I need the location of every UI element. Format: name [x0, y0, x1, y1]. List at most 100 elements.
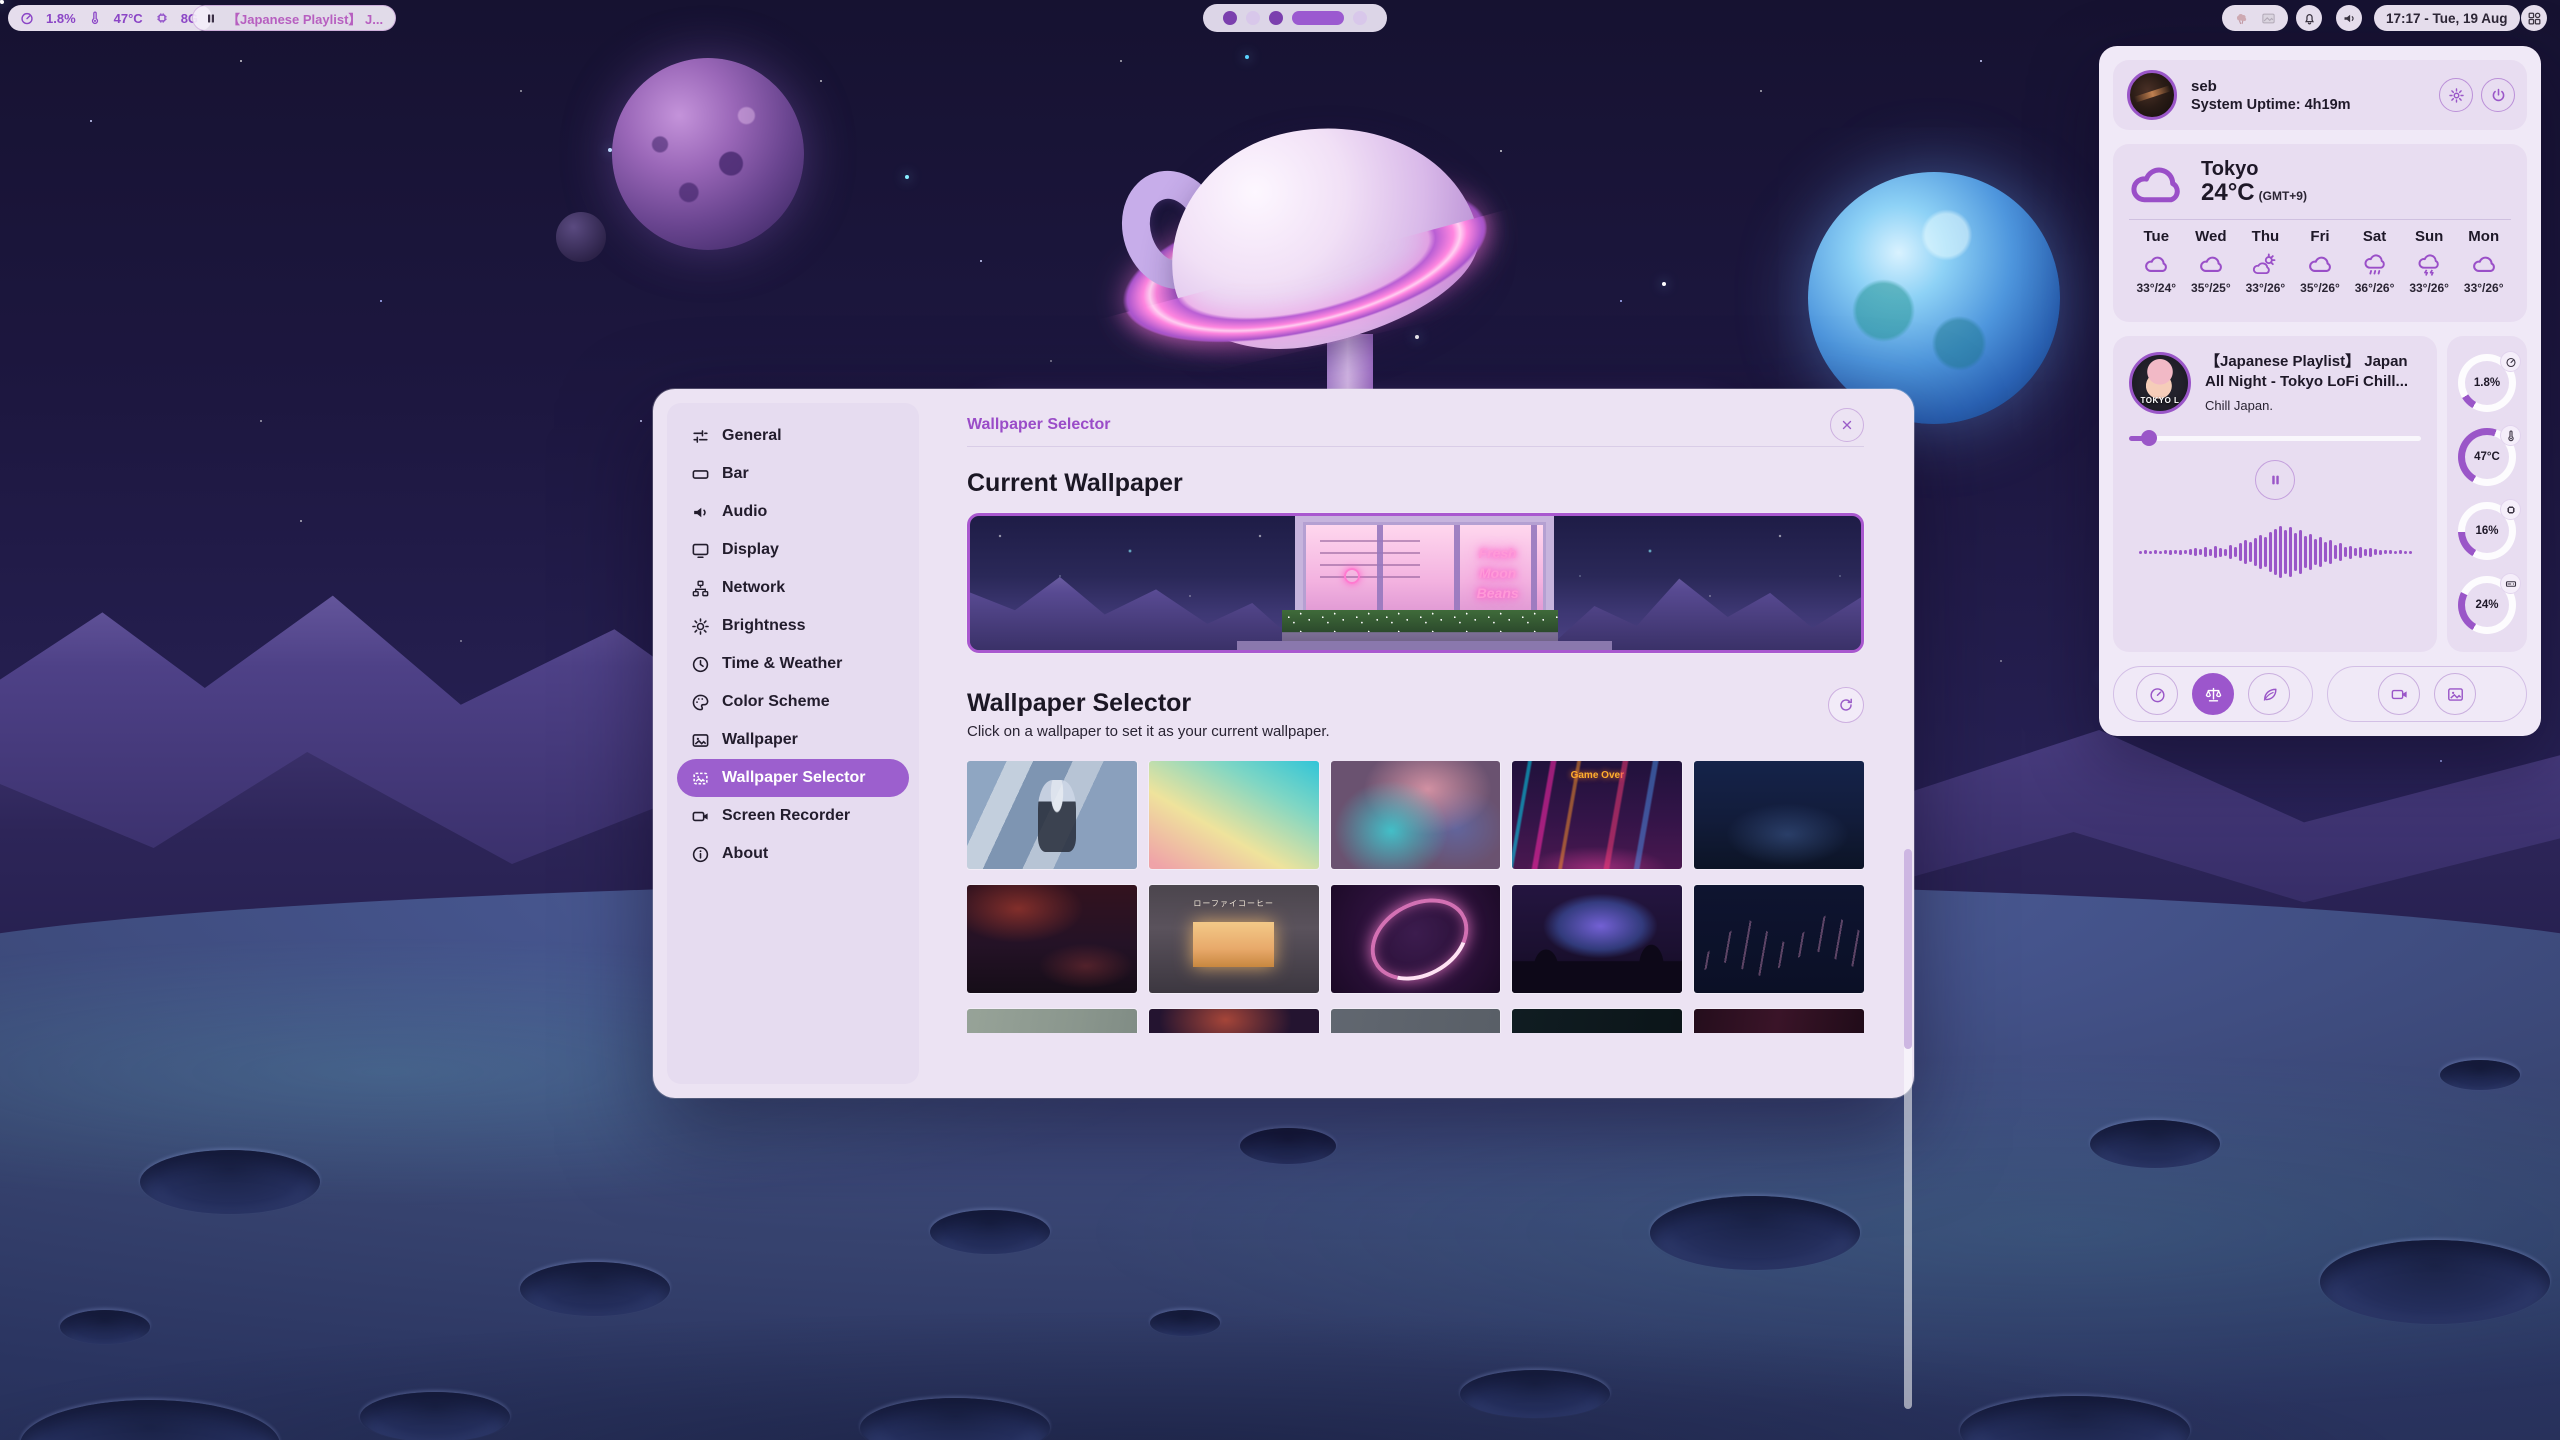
visualizer-bar [2224, 549, 2227, 556]
powersaver-profile-button[interactable] [2248, 673, 2290, 715]
sidebar-item-audio[interactable]: Audio [677, 493, 909, 531]
visualizer-bar [2274, 529, 2277, 575]
visualizer-bar [2284, 530, 2287, 574]
close-icon [1840, 418, 1854, 432]
volume-button[interactable] [2336, 5, 2362, 31]
sidebar-item-color-scheme[interactable]: Color Scheme [677, 683, 909, 721]
visualizer-bar [2234, 547, 2237, 557]
performance-profile-button[interactable] [2136, 673, 2178, 715]
crater [60, 1310, 150, 1344]
crater [520, 1262, 670, 1316]
workspace-dot-5[interactable] [1353, 11, 1367, 25]
balanced-profile-button[interactable] [2192, 673, 2234, 715]
rain-icon [2362, 252, 2388, 276]
top-bar: 1.8% 47°C 8G 【Japanese Playlist】 J... 17… [0, 0, 2560, 36]
workspace-dot-3[interactable] [1269, 11, 1283, 25]
blue-planet [1808, 172, 2060, 424]
wallpaper-thumbnail-nebula-forest[interactable] [1512, 885, 1682, 993]
wallpaper-thumbnail-grey-minimal[interactable] [1331, 1009, 1501, 1033]
sidebar-item-display[interactable]: Display [677, 531, 909, 569]
clock-text: 17:17 - Tue, 19 Aug [2386, 11, 2508, 26]
workspace-dot-1[interactable] [1223, 11, 1237, 25]
image-icon [691, 731, 710, 750]
cloud-icon [2307, 252, 2333, 276]
power-icon [2490, 87, 2507, 104]
visualizer-bar [2289, 527, 2292, 577]
dashboard-button[interactable] [2521, 5, 2547, 31]
window-header: Wallpaper Selector [967, 403, 1864, 447]
window-scrollbar[interactable] [1904, 849, 1912, 1409]
selector-header-row: Wallpaper Selector [967, 687, 1864, 723]
workspace-dot-2[interactable] [1246, 11, 1260, 25]
media-pill[interactable]: 【Japanese Playlist】 J... [192, 5, 396, 31]
sidebar-item-time-weather[interactable]: Time & Weather [677, 645, 909, 683]
visualizer-bar [2269, 532, 2272, 572]
clock-pill[interactable]: 17:17 - Tue, 19 Aug [2374, 5, 2520, 31]
wallpaper-thumbnail-cyberpunk-arcade[interactable]: Game Over [1512, 761, 1682, 869]
sidebar-item-network[interactable]: Network [677, 569, 909, 607]
screenshot-button[interactable] [2434, 673, 2476, 715]
visualizer-bar [2309, 534, 2312, 570]
wallpaper-thumbnail-dark-teal[interactable] [1512, 1009, 1682, 1033]
forecast-day-sun: Sun33°/26° [2402, 228, 2457, 295]
wallpaper-thumbnail-pastel-gradient[interactable] [1149, 761, 1319, 869]
screen-record-button[interactable] [2378, 673, 2420, 715]
settings-button[interactable] [2439, 78, 2473, 112]
sidebar-item-wallpaper[interactable]: Wallpaper [677, 721, 909, 759]
wallpaper-grid: Game Over ローファイコーヒー [967, 761, 1864, 1033]
weather-card: Tokyo 24°C(GMT+9) Tue33°/24°Wed35°/25°Th… [2113, 144, 2527, 322]
media-row: TOKYO L 【Japanese Playlist】 Japan All Ni… [2113, 336, 2527, 652]
sidebar-item-about[interactable]: About [677, 835, 909, 873]
sidebar-item-label: Wallpaper [722, 731, 798, 749]
media-pill-title: 【Japanese Playlist】 J... [227, 9, 383, 28]
wallpaper-thumbnail-lofi-coffee-shop[interactable]: ローファイコーヒー [1149, 885, 1319, 993]
sidebar-item-wallpaper-selector[interactable]: Wallpaper Selector [677, 759, 909, 797]
visualizer-bar [2354, 548, 2357, 556]
power-button[interactable] [2481, 78, 2515, 112]
sidebar-item-label: Bar [722, 465, 749, 483]
video-icon [691, 807, 710, 826]
sidebar-item-bar[interactable]: Bar [677, 455, 909, 493]
capture-group [2327, 666, 2527, 722]
wallpaper-thumbnail-night-ruins[interactable] [1694, 761, 1864, 869]
hand-tray-icon[interactable] [2234, 11, 2249, 26]
media-progress-slider[interactable] [2129, 430, 2421, 446]
wallpaper-thumbnail-particle-wave[interactable] [1694, 885, 1864, 993]
refresh-button[interactable] [1828, 687, 1864, 723]
monitor-icon [691, 541, 710, 560]
wallpaper-thumbnail-anime-street-crossing[interactable] [967, 761, 1137, 869]
weather-city-temp: Tokyo 24°C(GMT+9) [2201, 158, 2307, 209]
day-label: Wed [2184, 228, 2239, 245]
refresh-icon [1838, 697, 1854, 713]
visualizer-bar [2214, 546, 2217, 558]
day-label: Fri [2293, 228, 2348, 245]
selector-subtitle: Click on a wallpaper to set it as your c… [967, 723, 1864, 747]
scrollbar-thumb[interactable] [1904, 849, 1912, 1049]
wallpaper-thumbnail-maroon-dusk[interactable] [1694, 1009, 1864, 1033]
play-pause-button[interactable] [2255, 460, 2295, 500]
wallpaper-thumbnail-sage-field[interactable] [967, 1009, 1137, 1033]
visualizer-bar [2149, 551, 2152, 554]
crater [2440, 1060, 2520, 1090]
notifications-button[interactable] [2296, 5, 2322, 31]
video-camera-icon [2390, 685, 2409, 704]
sidebar-item-brightness[interactable]: Brightness [677, 607, 909, 645]
gauge-icon [2148, 685, 2167, 704]
wallpaper-thumbnail-aurora-blur[interactable] [1331, 761, 1501, 869]
slider-thumb[interactable] [2141, 430, 2157, 446]
workspace-dot-4[interactable] [1292, 11, 1344, 25]
stat-ring-chip: 16% [2458, 502, 2516, 560]
sidebar-item-general[interactable]: General [677, 417, 909, 455]
sidebar-item-screen-recorder[interactable]: Screen Recorder [677, 797, 909, 835]
visualizer-bar [2159, 551, 2162, 554]
visualizer-bar [2249, 542, 2252, 562]
system-stats-pill[interactable]: 1.8% 47°C 8G [8, 5, 212, 31]
image-tray-icon[interactable] [2261, 11, 2276, 26]
wallpaper-thumbnail-eclipse-ring[interactable] [1331, 885, 1501, 993]
close-button[interactable] [1830, 408, 1864, 442]
wallpaper-thumbnail-ember-wasteland[interactable] [967, 885, 1137, 993]
wallpaper-grid-wrap: Game Over ローファイコーヒー [967, 761, 1864, 1033]
crater [140, 1150, 320, 1214]
wallpaper-thumbnail-crimson-forest[interactable] [1149, 1009, 1319, 1033]
cloud-icon [2143, 252, 2169, 276]
